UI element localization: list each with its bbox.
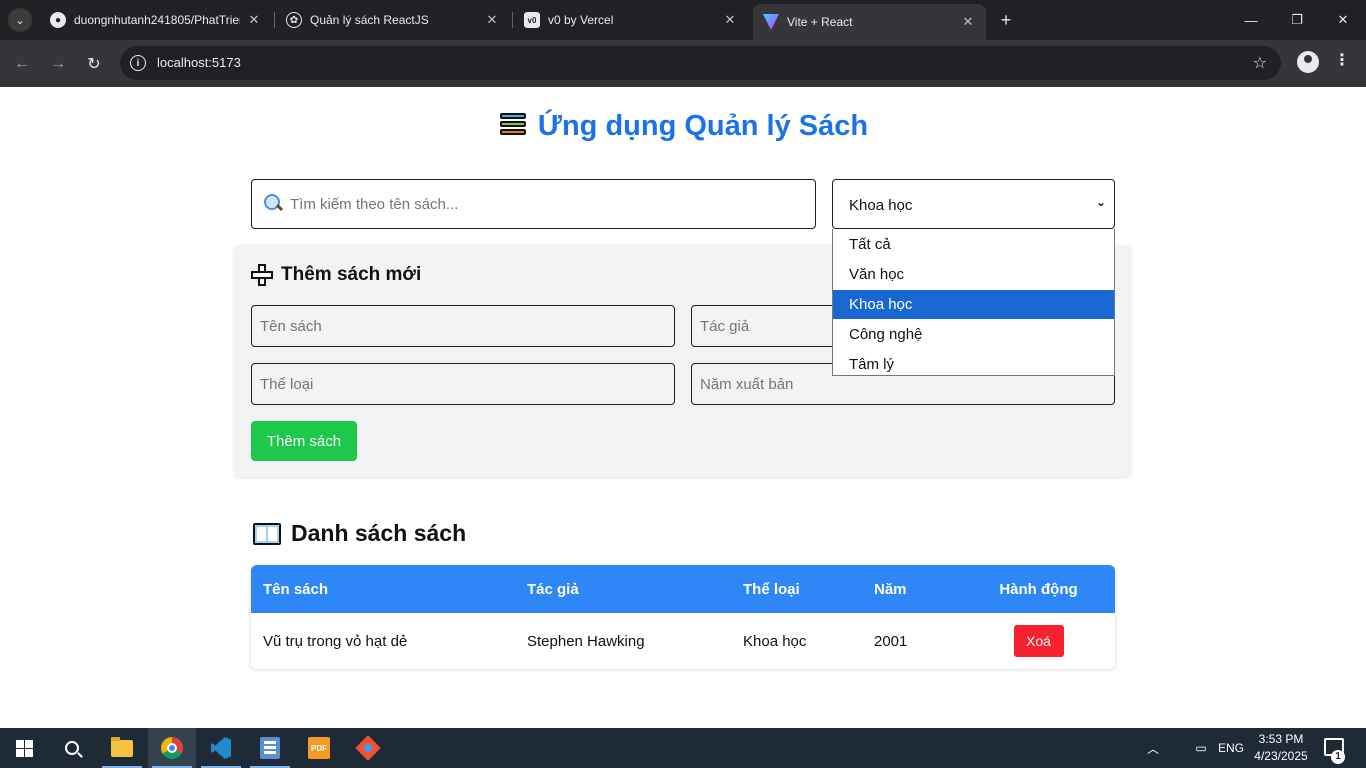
page-title: Ứng dụng Quản lý Sách bbox=[0, 110, 1366, 143]
site-info-icon[interactable]: i bbox=[130, 55, 146, 71]
new-tab-plus-icon[interactable]: + bbox=[994, 8, 1018, 32]
tab-vite-react[interactable]: Vite + React ✕ bbox=[753, 4, 986, 40]
column-header-category: Thể loại bbox=[731, 565, 862, 613]
book-list-heading: Danh sách sách bbox=[253, 520, 466, 547]
close-icon[interactable]: ✕ bbox=[484, 12, 500, 28]
plus-icon bbox=[251, 264, 273, 286]
address-bar[interactable]: i localhost:5173 ☆ bbox=[120, 46, 1281, 80]
table-row: Vũ trụ trong vỏ hạt dẻ Stephen Hawking K… bbox=[251, 613, 1115, 669]
url-text[interactable]: localhost:5173 bbox=[157, 55, 241, 70]
tab-separator bbox=[274, 12, 275, 28]
dropdown-option-technology[interactable]: Công nghệ bbox=[833, 320, 1114, 349]
open-book-icon bbox=[253, 522, 281, 545]
vite-icon bbox=[763, 14, 779, 30]
close-icon[interactable]: ✕ bbox=[722, 12, 738, 28]
browser-toolbar: ← → ↻ i localhost:5173 ☆ bbox=[0, 40, 1366, 87]
tab-github[interactable]: ● duongnhutanh241805/PhatTrien ✕ bbox=[40, 4, 272, 36]
v0-icon: v0 bbox=[524, 12, 540, 28]
books-icon bbox=[498, 111, 528, 139]
dropdown-option-literature[interactable]: Văn học bbox=[833, 260, 1114, 289]
add-book-heading-text: Thêm sách mới bbox=[281, 264, 422, 285]
chevron-down-icon: ⌄ bbox=[1095, 195, 1106, 209]
tab-label: duongnhutanh241805/PhatTrien bbox=[74, 13, 240, 27]
more-menu-icon[interactable]: ⋮ bbox=[1334, 50, 1350, 74]
app-icon[interactable] bbox=[246, 728, 294, 768]
cell-category: Khoa học bbox=[743, 632, 807, 650]
file-explorer-icon[interactable] bbox=[98, 728, 146, 768]
cell-author: Stephen Hawking bbox=[527, 632, 645, 650]
tab-label: Quản lý sách ReactJS bbox=[310, 13, 429, 27]
cell-title: Vũ trụ trong vỏ hạt dẻ bbox=[263, 632, 408, 650]
page-title-text: Ứng dụng Quản lý Sách bbox=[537, 110, 869, 142]
close-icon[interactable]: ✕ bbox=[960, 14, 976, 30]
vscode-icon[interactable] bbox=[197, 728, 245, 768]
dropdown-option-psychology[interactable]: Tâm lý bbox=[833, 350, 1114, 379]
tab-v0[interactable]: v0 v0 by Vercel ✕ bbox=[514, 4, 748, 36]
magnifier-icon bbox=[264, 194, 284, 214]
pdf-reader-icon[interactable]: PDF bbox=[295, 728, 343, 768]
profile-avatar-icon[interactable] bbox=[1297, 51, 1319, 73]
book-title-field[interactable] bbox=[251, 305, 675, 347]
table-header-row: Tên sách Tác giả Thể loại Năm Hành động bbox=[251, 565, 1115, 613]
back-arrow-icon[interactable]: ← bbox=[8, 50, 36, 78]
chrome-icon[interactable] bbox=[148, 728, 196, 768]
forward-arrow-icon[interactable]: → bbox=[44, 50, 72, 78]
category-filter-select[interactable]: Khoa học ⌄ bbox=[832, 179, 1115, 229]
delete-book-button[interactable]: Xoá bbox=[1013, 625, 1064, 657]
github-icon: ● bbox=[50, 12, 66, 28]
dropdown-option-all[interactable]: Tất cả bbox=[833, 230, 1114, 259]
start-windows-icon[interactable] bbox=[0, 728, 48, 768]
tab-search-chevron-icon[interactable]: ⌄ bbox=[8, 8, 32, 32]
language-indicator[interactable]: ENG bbox=[1218, 728, 1244, 768]
chevron-up-icon[interactable]: ︿ bbox=[1144, 728, 1162, 768]
book-category-field[interactable] bbox=[251, 363, 675, 405]
reload-icon[interactable]: ↻ bbox=[80, 50, 108, 78]
restore-icon[interactable]: ❐ bbox=[1274, 0, 1320, 40]
tab-label: v0 by Vercel bbox=[548, 13, 614, 27]
bookmark-star-icon[interactable]: ☆ bbox=[1253, 53, 1267, 73]
tab-chatgpt[interactable]: ✿ Quản lý sách ReactJS ✕ bbox=[276, 4, 510, 36]
cell-year: 2001 bbox=[874, 632, 908, 650]
add-book-button[interactable]: Thêm sách bbox=[251, 421, 357, 461]
close-icon[interactable]: ✕ bbox=[246, 12, 262, 28]
category-filter-value: Khoa học bbox=[849, 197, 913, 214]
notification-count-badge: 1 bbox=[1331, 750, 1345, 764]
chatgpt-icon: ✿ bbox=[286, 12, 302, 28]
clock-time: 3:53 PM bbox=[1258, 732, 1304, 746]
add-book-heading: Thêm sách mới bbox=[251, 264, 421, 286]
clock-date: 4/23/2025 bbox=[1254, 749, 1308, 763]
taskbar-search-icon[interactable] bbox=[48, 728, 96, 768]
dropdown-option-science[interactable]: Khoa học bbox=[833, 290, 1114, 319]
column-header-year: Năm bbox=[862, 565, 962, 613]
tab-label: Vite + React bbox=[787, 15, 853, 29]
column-header-action: Hành động bbox=[962, 565, 1115, 613]
network-icon[interactable]: ▭ bbox=[1190, 728, 1212, 768]
books-table: Tên sách Tác giả Thể loại Năm Hành động … bbox=[251, 565, 1115, 669]
tab-separator bbox=[512, 12, 513, 28]
browser-tab-strip: ⌄ ● duongnhutanh241805/PhatTrien ✕ ✿ Quả… bbox=[0, 0, 1366, 40]
column-header-title: Tên sách bbox=[251, 565, 515, 613]
category-dropdown-list: Tất cả Văn học Khoa học Công nghệ Tâm lý bbox=[832, 229, 1115, 376]
column-header-author: Tác giả bbox=[515, 565, 731, 613]
git-icon[interactable] bbox=[344, 728, 392, 768]
close-window-icon[interactable]: ✕ bbox=[1320, 0, 1366, 40]
book-list-heading-text: Danh sách sách bbox=[291, 520, 467, 546]
taskbar-clock[interactable]: 3:53 PM 4/23/2025 bbox=[1250, 731, 1312, 765]
minimize-icon[interactable]: — bbox=[1228, 0, 1274, 40]
cell-action: Xoá bbox=[962, 613, 1115, 669]
search-input[interactable] bbox=[251, 179, 816, 229]
